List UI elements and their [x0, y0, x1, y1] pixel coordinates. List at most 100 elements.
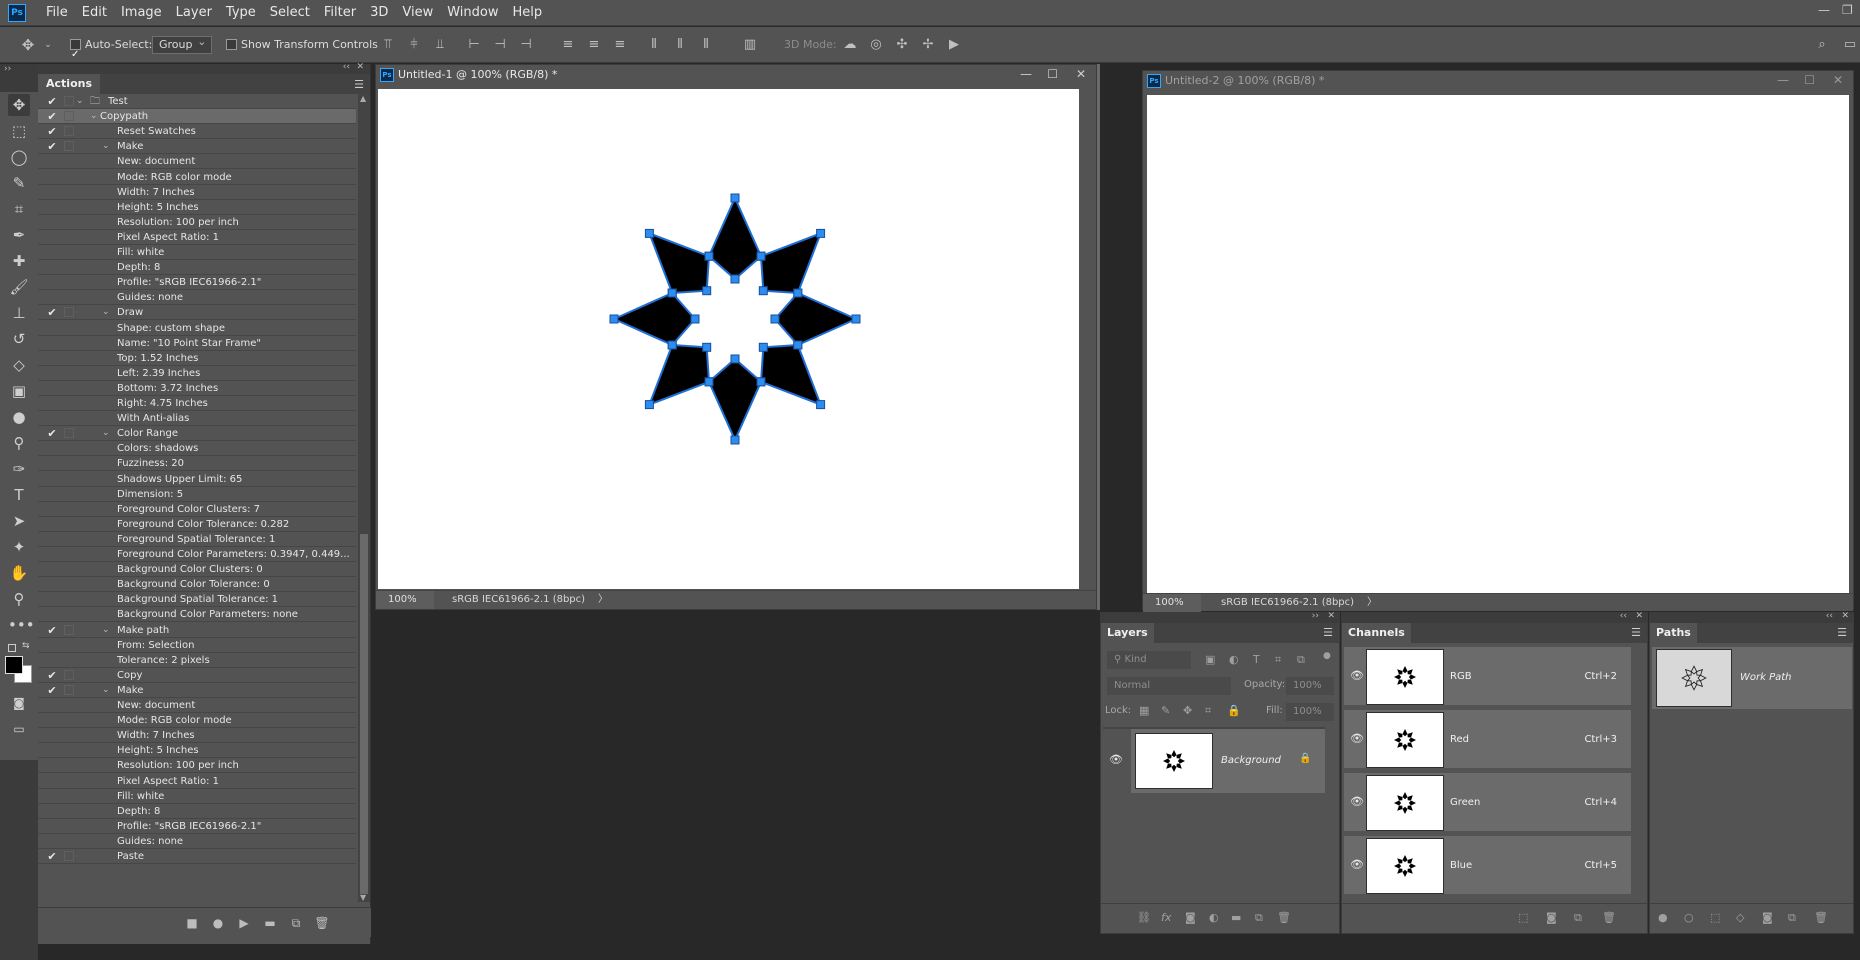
action-row[interactable]: Tolerance: 2 pixels: [38, 653, 356, 668]
action-row[interactable]: From: Selection: [38, 638, 356, 653]
visibility-eye-icon[interactable]: 👁: [1350, 669, 1364, 682]
lock-pixels-icon[interactable]: ✎: [1161, 704, 1170, 717]
empty-check-slot[interactable]: [46, 154, 58, 169]
expand-toggle-icon[interactable]: ⌄: [76, 94, 84, 109]
empty-check-slot[interactable]: [46, 185, 58, 200]
close-icon[interactable]: ✕: [1327, 611, 1335, 621]
empty-check-slot[interactable]: [46, 713, 58, 728]
dialog-toggle-slot[interactable]: [64, 685, 74, 695]
collapse-icon[interactable]: ‹‹: [343, 62, 350, 72]
new-group-icon[interactable]: ▬: [1231, 911, 1241, 924]
filter-shape-icon[interactable]: ⌗: [1275, 653, 1281, 667]
minimize-icon[interactable]: —: [1020, 65, 1032, 84]
crop-tool-icon[interactable]: ⌗: [8, 198, 30, 220]
lock-transparent-icon[interactable]: ▦: [1139, 704, 1149, 717]
empty-check-slot[interactable]: [46, 411, 58, 426]
actions-scrollbar[interactable]: ▲ ▼: [358, 94, 370, 902]
anchor-point[interactable]: [730, 274, 740, 284]
empty-check-slot[interactable]: [46, 592, 58, 607]
new-channel-icon[interactable]: ⧉: [1574, 911, 1582, 925]
close-icon[interactable]: ✕: [1833, 71, 1843, 90]
eyedropper-tool-icon[interactable]: ✒: [8, 224, 30, 246]
channel-row-red[interactable]: 👁 Red Ctrl+3: [1344, 710, 1631, 770]
filter-adjustment-icon[interactable]: ◐: [1229, 653, 1239, 666]
clone-stamp-tool-icon[interactable]: ⊥: [8, 302, 30, 324]
3d-orbit-icon[interactable]: ☁: [842, 37, 858, 53]
action-row[interactable]: Fuzziness: 20: [38, 456, 356, 471]
action-row[interactable]: Fill: white: [38, 789, 356, 804]
empty-check-slot[interactable]: [46, 366, 58, 381]
filter-pixel-icon[interactable]: ▣: [1205, 653, 1215, 666]
expand-toggle-icon[interactable]: ⌄: [102, 426, 110, 441]
action-row[interactable]: Shadows Upper Limit: 65: [38, 472, 356, 487]
dialog-toggle-slot[interactable]: [64, 428, 74, 438]
anchor-point[interactable]: [730, 354, 740, 364]
anchor-point[interactable]: [702, 342, 712, 352]
type-tool-icon[interactable]: T: [8, 484, 30, 506]
empty-check-slot[interactable]: [46, 743, 58, 758]
empty-check-slot[interactable]: [46, 653, 58, 668]
tab-actions[interactable]: Actions: [38, 74, 100, 94]
filter-type-icon[interactable]: T: [1253, 653, 1260, 666]
menu-3d[interactable]: 3D: [370, 0, 388, 26]
action-row[interactable]: Background Color Parameters: none: [38, 607, 356, 622]
action-row[interactable]: Bottom: 3.72 Inches: [38, 381, 356, 396]
action-row[interactable]: ✔ Copy: [38, 668, 356, 683]
empty-check-slot[interactable]: [46, 728, 58, 743]
empty-check-slot[interactable]: [46, 638, 58, 653]
filter-toggle-icon[interactable]: ●: [1323, 651, 1331, 661]
maximize-icon[interactable]: ☐: [1047, 65, 1058, 84]
magic-wand-tool-icon[interactable]: ✎: [8, 172, 30, 194]
menu-type[interactable]: Type: [226, 0, 256, 26]
panel-menu-icon[interactable]: ☰: [354, 78, 364, 91]
distribute-vcenter-icon[interactable]: ≡: [586, 37, 602, 53]
action-row[interactable]: With Anti-alias: [38, 411, 356, 426]
dodge-tool-icon[interactable]: ⚲: [8, 432, 30, 454]
move-tool-icon[interactable]: ✥: [8, 94, 30, 116]
empty-check-slot[interactable]: [46, 789, 58, 804]
panel-menu-icon[interactable]: ☰: [1323, 626, 1333, 639]
expand-toggle-icon[interactable]: ⌄: [90, 109, 98, 124]
3d-slide-icon[interactable]: ✢: [920, 37, 936, 53]
add-mask-icon[interactable]: ◙: [1185, 911, 1196, 924]
empty-check-slot[interactable]: [46, 758, 58, 773]
dialog-toggle-slot[interactable]: [64, 670, 74, 680]
action-row[interactable]: Depth: 8: [38, 260, 356, 275]
visibility-eye-icon[interactable]: 👁: [1350, 858, 1364, 871]
fill-input[interactable]: 100%: [1286, 703, 1334, 721]
dialog-toggle-slot[interactable]: [64, 307, 74, 317]
lasso-tool-icon[interactable]: ◯: [8, 146, 30, 168]
empty-check-slot[interactable]: [46, 487, 58, 502]
close-icon[interactable]: ✕: [1841, 611, 1849, 621]
align-right-icon[interactable]: ⊣: [518, 37, 534, 53]
anchor-point[interactable]: [609, 314, 619, 324]
action-row[interactable]: Height: 5 Inches: [38, 743, 356, 758]
default-colors-icon[interactable]: [8, 644, 16, 652]
anchor-point[interactable]: [704, 251, 714, 261]
save-selection-icon[interactable]: ◙: [1546, 911, 1557, 924]
stop-icon[interactable]: ■: [184, 915, 200, 931]
action-row[interactable]: Foreground Color Tolerance: 0.282: [38, 517, 356, 532]
empty-check-slot[interactable]: [46, 321, 58, 336]
anchor-point[interactable]: [756, 251, 766, 261]
tab-layers[interactable]: Layers: [1101, 623, 1154, 643]
distribute-bottom-icon[interactable]: ≡: [612, 37, 628, 53]
close-icon[interactable]: ✕: [356, 62, 364, 72]
play-icon[interactable]: ▶: [236, 915, 252, 931]
empty-check-slot[interactable]: [46, 381, 58, 396]
action-row[interactable]: Height: 5 Inches: [38, 200, 356, 215]
lock-position-icon[interactable]: ✥: [1183, 704, 1192, 717]
anchor-point[interactable]: [793, 288, 803, 298]
distribute-right-icon[interactable]: ⦀: [698, 37, 714, 53]
move-tool-icon[interactable]: ✥: [20, 37, 36, 53]
expand-toggle-icon[interactable]: ⌄: [102, 683, 110, 698]
collapse-icon[interactable]: ‹‹: [1620, 611, 1627, 621]
tab-paths[interactable]: Paths: [1650, 623, 1697, 643]
checkmark-icon[interactable]: ✔: [46, 305, 58, 320]
brush-tool-icon[interactable]: 🖌: [8, 276, 30, 298]
empty-check-slot[interactable]: [46, 607, 58, 622]
action-row[interactable]: Width: 7 Inches: [38, 728, 356, 743]
maximize-icon[interactable]: ☐: [1804, 71, 1815, 90]
workspace-icon[interactable]: ▭: [1842, 37, 1858, 53]
menu-view[interactable]: View: [402, 0, 433, 26]
